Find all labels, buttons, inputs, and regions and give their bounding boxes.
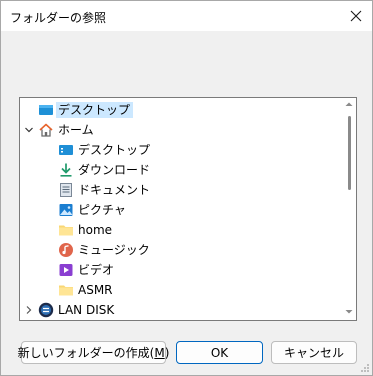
- folder-icon: [58, 282, 74, 298]
- prompt-text: [19, 45, 357, 85]
- tree-item[interactable]: ビデオ: [58, 260, 356, 280]
- folder-tree[interactable]: デスクトップ ホーム デスクトップ ダウンロード ドキュメント ピクチャ home ミュージッ…: [19, 97, 357, 321]
- cancel-label: キャンセル: [283, 346, 344, 360]
- download-icon: [58, 162, 74, 178]
- tree-item-label: ミュージック: [78, 243, 150, 257]
- dialog-title: フォルダーの参照: [10, 11, 107, 25]
- music-icon: [58, 242, 74, 258]
- tree-item[interactable]: home: [58, 220, 356, 240]
- close-button[interactable]: [344, 4, 368, 28]
- title-bar[interactable]: フォルダーの参照: [1, 1, 372, 31]
- expand-chevron-down-icon[interactable]: [24, 125, 34, 135]
- browse-folder-dialog: フォルダーの参照 デスクトップ ホーム デスクトップ ダウンロード ドキュメント ピクチャ…: [0, 0, 373, 376]
- home-icon: [38, 122, 54, 138]
- close-icon: [350, 10, 362, 22]
- tree-item[interactable]: ホーム: [38, 120, 356, 140]
- lan-disk-icon: [38, 302, 54, 318]
- folder-icon: [58, 222, 74, 238]
- tree-item[interactable]: デスクトップ: [58, 140, 356, 160]
- tree-item-label: ASMR: [78, 283, 113, 297]
- tree-item-label: デスクトップ: [56, 102, 134, 118]
- tree-item-label: ダウンロード: [78, 163, 151, 177]
- desktop-icon: [38, 102, 54, 118]
- expand-chevron-right-icon[interactable]: [24, 305, 34, 315]
- tree-item-label: LAN DISK: [58, 303, 115, 317]
- new-folder-label-prefix: 新しいフォルダーの作成(: [17, 346, 155, 360]
- document-icon: [58, 182, 74, 198]
- tree-item-label: デスクトップ: [78, 143, 151, 157]
- tree-item-label: home: [78, 223, 113, 237]
- tree-item-label: ビデオ: [78, 263, 115, 277]
- tree-item[interactable]: ASMR: [58, 280, 356, 300]
- ok-button[interactable]: OK: [176, 341, 263, 364]
- tree-item-label: ドキュメント: [78, 183, 151, 197]
- new-folder-accelerator: M: [154, 345, 165, 360]
- tree-item[interactable]: ダウンロード: [58, 160, 356, 180]
- tree-item[interactable]: ドキュメント: [58, 180, 356, 200]
- tree-item-label: ピクチャ: [78, 203, 126, 217]
- video-icon: [58, 262, 74, 278]
- tree-item-label: ホーム: [58, 123, 94, 137]
- cancel-button[interactable]: キャンセル: [271, 341, 357, 364]
- new-folder-label-suffix: ): [164, 345, 170, 360]
- tree-item[interactable]: ピクチャ: [58, 200, 356, 220]
- desktop-folder-icon: [58, 142, 74, 158]
- tree-item[interactable]: デスクトップ: [38, 100, 356, 120]
- tree-item[interactable]: LAN DISK: [38, 300, 356, 320]
- tree-item[interactable]: ミュージック: [58, 240, 356, 260]
- ok-label: OK: [210, 345, 229, 360]
- resize-grip-icon[interactable]: [360, 363, 370, 373]
- new-folder-button[interactable]: 新しいフォルダーの作成(M): [17, 341, 169, 364]
- pictures-icon: [58, 202, 74, 218]
